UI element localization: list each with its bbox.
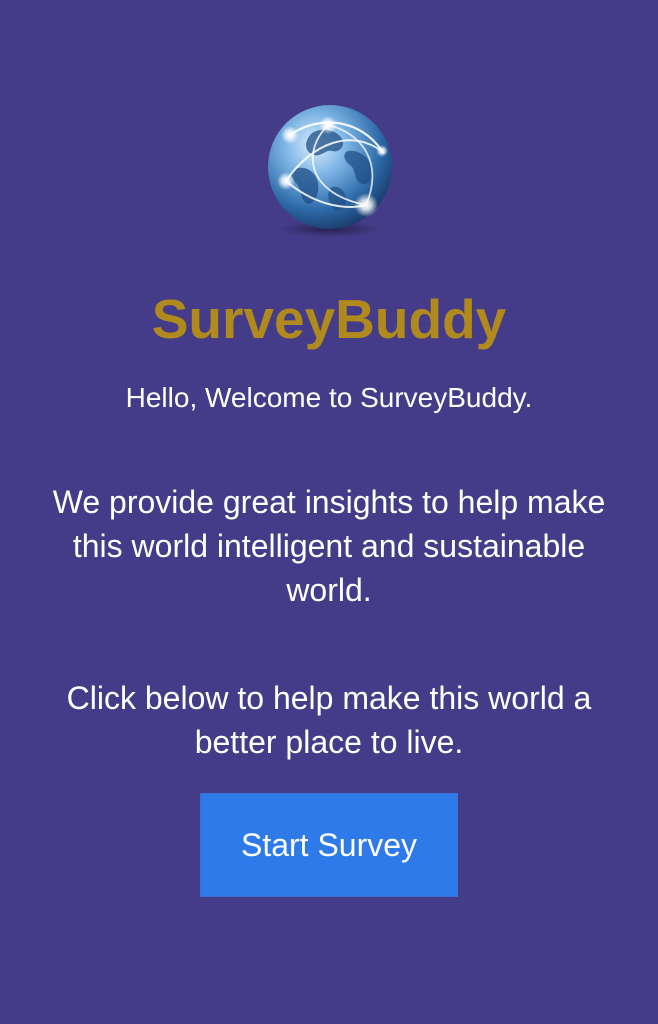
insight-text: We provide great insights to help make t… xyxy=(52,484,606,608)
welcome-screen: SurveyBuddy Hello, Welcome to SurveyBudd… xyxy=(0,0,658,1024)
call-to-action-text: Click below to help make this world a be… xyxy=(66,680,592,760)
globe-network-icon xyxy=(262,103,398,239)
welcome-message: Hello, Welcome to SurveyBuddy. xyxy=(125,382,533,413)
app-title: SurveyBuddy xyxy=(151,288,507,350)
start-survey-button[interactable]: Start Survey xyxy=(200,793,458,897)
